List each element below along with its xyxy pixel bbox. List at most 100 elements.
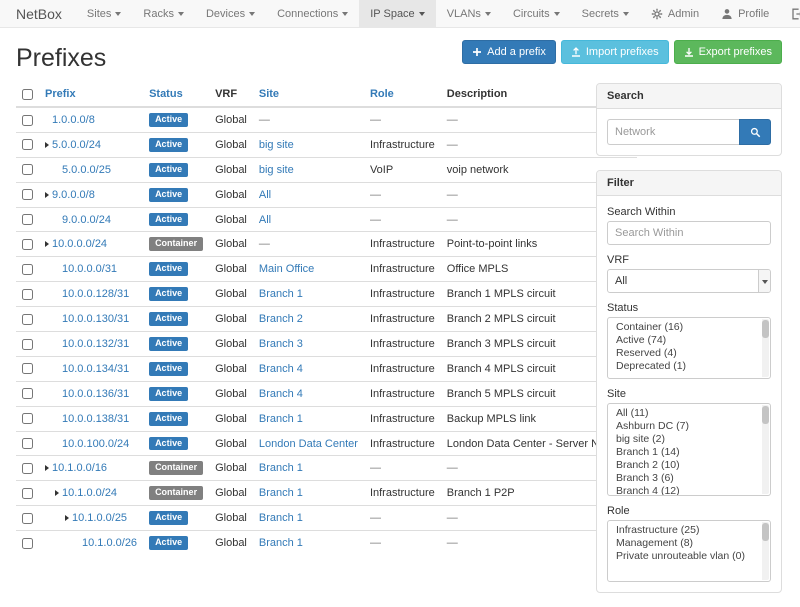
nav-item-log-out[interactable]: Log out: [780, 0, 800, 27]
site-link[interactable]: All: [259, 214, 271, 226]
site-link[interactable]: Branch 3: [259, 338, 303, 350]
import-prefixes-button[interactable]: Import prefixes: [561, 40, 669, 64]
row-checkbox[interactable]: [22, 413, 33, 424]
nav-item-ip-space[interactable]: IP Space: [359, 0, 435, 27]
search-input[interactable]: [607, 119, 739, 145]
site-link[interactable]: Branch 1: [259, 413, 303, 425]
prefix-link[interactable]: 10.0.0.134/31: [62, 363, 129, 375]
prefix-link[interactable]: 10.0.0.132/31: [62, 338, 129, 350]
prefix-link[interactable]: 10.1.0.0/24: [62, 487, 117, 499]
site-link[interactable]: big site: [259, 139, 294, 151]
row-checkbox[interactable]: [22, 488, 33, 499]
row-checkbox[interactable]: [22, 289, 33, 300]
scrollbar-thumb[interactable]: [762, 320, 769, 338]
list-option[interactable]: Management (8): [608, 537, 770, 550]
list-option[interactable]: Branch 3 (6): [608, 472, 770, 485]
row-checkbox[interactable]: [22, 189, 33, 200]
row-checkbox[interactable]: [22, 438, 33, 449]
site-link[interactable]: Branch 1: [259, 288, 303, 300]
column-header-site[interactable]: Site: [253, 83, 364, 107]
list-option[interactable]: All (11): [608, 407, 770, 420]
row-checkbox[interactable]: [22, 388, 33, 399]
role-listbox[interactable]: Infrastructure (25)Management (8)Private…: [607, 520, 771, 582]
list-option[interactable]: Private unrouteable vlan (0): [608, 550, 770, 563]
site-link[interactable]: big site: [259, 164, 294, 176]
site-link[interactable]: Branch 4: [259, 388, 303, 400]
listbox-scrollbar[interactable]: [762, 522, 769, 580]
app-brand[interactable]: NetBox: [0, 0, 76, 27]
column-header-status[interactable]: Status: [143, 83, 209, 107]
prefix-link[interactable]: 10.0.0.128/31: [62, 288, 129, 300]
row-checkbox[interactable]: [22, 538, 33, 549]
row-checkbox[interactable]: [22, 363, 33, 374]
nav-item-racks[interactable]: Racks: [132, 0, 195, 27]
row-checkbox[interactable]: [22, 115, 33, 126]
row-checkbox[interactable]: [22, 139, 33, 150]
row-checkbox[interactable]: [22, 164, 33, 175]
prefix-link[interactable]: 10.1.0.0/16: [52, 462, 107, 474]
list-option[interactable]: Branch 4 (12): [608, 485, 770, 496]
site-link[interactable]: Branch 2: [259, 313, 303, 325]
nav-item-admin[interactable]: Admin: [640, 0, 710, 27]
nav-item-sites[interactable]: Sites: [76, 0, 132, 27]
site-link[interactable]: Branch 1: [259, 512, 303, 524]
prefix-link[interactable]: 10.1.0.0/26: [82, 537, 137, 549]
row-checkbox[interactable]: [22, 264, 33, 275]
site-link[interactable]: Branch 1: [259, 537, 303, 549]
add-a-prefix-button[interactable]: Add a prefix: [462, 40, 556, 64]
nav-item-devices[interactable]: Devices: [195, 0, 266, 27]
prefix-link[interactable]: 10.0.0.0/24: [52, 238, 107, 250]
list-option[interactable]: Branch 1 (14): [608, 446, 770, 459]
nav-item-profile[interactable]: Profile: [710, 0, 780, 27]
site-link[interactable]: London Data Center: [259, 438, 358, 450]
list-option[interactable]: Branch 2 (10): [608, 459, 770, 472]
search-within-input[interactable]: [607, 221, 771, 245]
listbox-scrollbar[interactable]: [762, 319, 769, 377]
list-option[interactable]: Container (16): [608, 321, 770, 334]
site-link[interactable]: Branch 1: [259, 487, 303, 499]
list-option[interactable]: Deprecated (1): [608, 360, 770, 373]
scrollbar-thumb[interactable]: [762, 406, 769, 424]
listbox-scrollbar[interactable]: [762, 405, 769, 494]
row-checkbox[interactable]: [22, 239, 33, 250]
nav-item-vlans[interactable]: VLANs: [436, 0, 502, 27]
prefix-link[interactable]: 10.0.0.130/31: [62, 313, 129, 325]
nav-item-secrets[interactable]: Secrets: [571, 0, 640, 27]
row-checkbox[interactable]: [22, 214, 33, 225]
row-checkbox[interactable]: [22, 339, 33, 350]
prefix-link[interactable]: 9.0.0.0/24: [62, 214, 111, 226]
scrollbar-thumb[interactable]: [762, 523, 769, 541]
nav-item-connections[interactable]: Connections: [266, 0, 359, 27]
row-checkbox[interactable]: [22, 463, 33, 474]
prefix-link[interactable]: 5.0.0.0/24: [52, 139, 101, 151]
column-header-role[interactable]: Role: [364, 83, 441, 107]
prefix-link[interactable]: 10.1.0.0/25: [72, 512, 127, 524]
prefix-link[interactable]: 5.0.0.0/25: [62, 164, 111, 176]
list-option[interactable]: Active (74): [608, 334, 770, 347]
prefix-link[interactable]: 9.0.0.0/8: [52, 189, 95, 201]
nav-item-circuits[interactable]: Circuits: [502, 0, 571, 27]
export-prefixes-button[interactable]: Export prefixes: [674, 40, 782, 64]
select-all-checkbox[interactable]: [22, 89, 33, 100]
list-option[interactable]: big site (2): [608, 433, 770, 446]
prefix-link[interactable]: 1.0.0.0/8: [52, 114, 95, 126]
site-link[interactable]: Branch 4: [259, 363, 303, 375]
search-button[interactable]: [739, 119, 771, 145]
prefix-link[interactable]: 10.0.100.0/24: [62, 438, 129, 450]
prefix-link[interactable]: 10.0.0.136/31: [62, 388, 129, 400]
row-checkbox[interactable]: [22, 513, 33, 524]
site-link[interactable]: Main Office: [259, 263, 314, 275]
prefix-link[interactable]: 10.0.0.138/31: [62, 413, 129, 425]
column-header-prefix[interactable]: Prefix: [39, 83, 143, 107]
list-option[interactable]: Infrastructure (25): [608, 524, 770, 537]
site-link[interactable]: All: [259, 189, 271, 201]
list-option[interactable]: Reserved (4): [608, 347, 770, 360]
site-listbox[interactable]: All (11)Ashburn DC (7)big site (2)Branch…: [607, 403, 771, 496]
row-checkbox[interactable]: [22, 314, 33, 325]
list-option[interactable]: Ashburn DC (7): [608, 420, 770, 433]
select-dropdown-strip[interactable]: [758, 270, 770, 292]
site-link[interactable]: Branch 1: [259, 462, 303, 474]
vrf-select[interactable]: All: [607, 269, 771, 293]
prefix-link[interactable]: 10.0.0.0/31: [62, 263, 117, 275]
status-listbox[interactable]: Container (16)Active (74)Reserved (4)Dep…: [607, 317, 771, 379]
